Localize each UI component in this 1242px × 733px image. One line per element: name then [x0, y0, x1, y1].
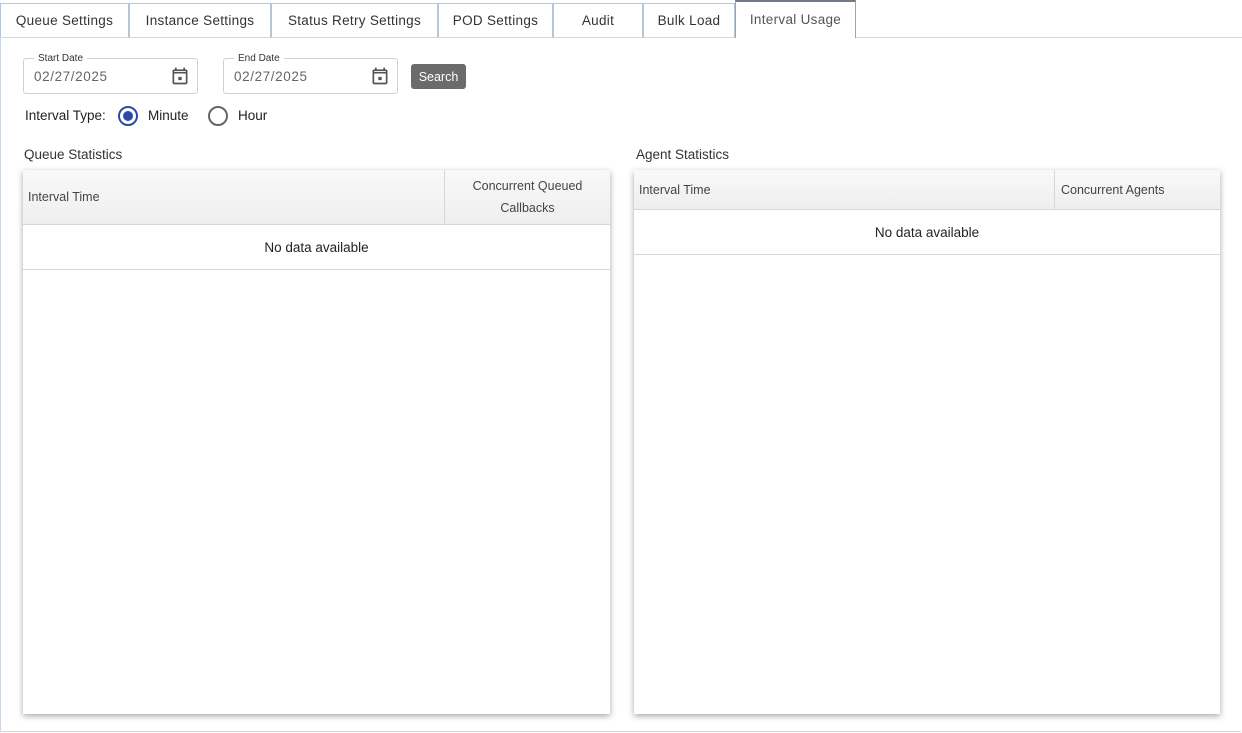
start-date-label: Start Date — [34, 53, 88, 65]
tab-audit[interactable]: Audit — [553, 3, 643, 37]
queue-statistics-table: Interval Time Concurrent Queued Callback… — [23, 170, 610, 714]
radio-minute-label[interactable]: Minute — [148, 108, 189, 123]
start-date-value[interactable]: 02/27/2025 — [34, 69, 108, 84]
agent-statistics-title: Agent Statistics — [636, 147, 730, 162]
calendar-icon[interactable] — [370, 66, 390, 86]
no-data-row: No data available — [23, 225, 610, 270]
end-date-value[interactable]: 02/27/2025 — [234, 69, 308, 84]
tab-label: Queue Settings — [15, 13, 114, 28]
radio-minute[interactable] — [118, 106, 138, 126]
tab-instance-settings[interactable]: Instance Settings — [129, 3, 271, 37]
radio-hour[interactable] — [208, 106, 228, 126]
tab-label: Audit — [581, 13, 615, 28]
tab-bulk-load[interactable]: Bulk Load — [643, 3, 735, 37]
no-data-row: No data available — [634, 210, 1220, 255]
start-date-field[interactable]: Start Date 02/27/2025 — [23, 53, 198, 94]
end-date-field[interactable]: End Date 02/27/2025 — [223, 53, 398, 94]
tab-queue-settings[interactable]: Queue Settings — [0, 3, 129, 37]
table-header: Interval Time Concurrent Queued Callback… — [23, 170, 610, 225]
tab-status-retry-settings[interactable]: Status Retry Settings — [271, 3, 438, 37]
search-button[interactable]: Search — [411, 64, 466, 89]
tab-label: Instance Settings — [145, 13, 255, 28]
tab-label: Interval Usage — [749, 11, 842, 27]
column-header-concurrent-queued-callbacks[interactable]: Concurrent Queued Callbacks — [444, 170, 610, 224]
column-header-interval-time[interactable]: Interval Time — [28, 170, 438, 224]
tab-pod-settings[interactable]: POD Settings — [438, 3, 553, 37]
tab-interval-usage[interactable]: Interval Usage — [735, 0, 856, 38]
radio-hour-label[interactable]: Hour — [238, 108, 267, 123]
calendar-icon[interactable] — [170, 66, 190, 86]
table-header: Interval Time Concurrent Agents — [634, 170, 1220, 210]
tab-bar: Queue Settings Instance Settings Status … — [0, 0, 1242, 38]
tab-label: Bulk Load — [657, 13, 721, 28]
queue-statistics-title: Queue Statistics — [24, 147, 123, 162]
tab-label: POD Settings — [452, 13, 539, 28]
column-header-interval-time[interactable]: Interval Time — [639, 170, 1049, 209]
interval-type-label: Interval Type: — [25, 108, 106, 123]
column-header-concurrent-agents[interactable]: Concurrent Agents — [1054, 170, 1220, 209]
agent-statistics-table: Interval Time Concurrent Agents No data … — [634, 170, 1220, 714]
tab-label: Status Retry Settings — [287, 13, 422, 28]
end-date-label: End Date — [234, 53, 284, 65]
